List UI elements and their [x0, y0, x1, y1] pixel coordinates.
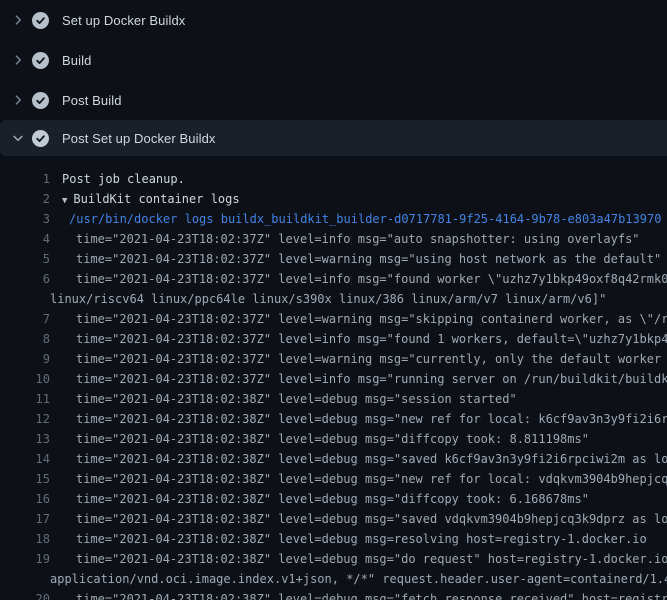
line-number — [0, 569, 50, 589]
log-line: 3/usr/bin/docker logs buildx_buildkit_bu… — [0, 209, 667, 229]
log-line: 12 time="2021-04-23T18:02:38Z" level=debu… — [0, 409, 667, 429]
line-number[interactable]: 14 — [0, 449, 50, 469]
log-line: 17 time="2021-04-23T18:02:38Z" level=debu… — [0, 509, 667, 529]
log-line: 19 time="2021-04-23T18:02:38Z" level=debu… — [0, 549, 667, 569]
log-line-text: Post job cleanup. — [62, 169, 185, 189]
log-line: 14 time="2021-04-23T18:02:38Z" level=debu… — [0, 449, 667, 469]
line-number[interactable]: 5 — [0, 249, 50, 269]
log-line-text: time="2021-04-23T18:02:38Z" level=debug … — [76, 469, 667, 489]
step-header-post-set-up-docker-buildx[interactable]: Post Set up Docker Buildx — [0, 120, 667, 156]
log-line: 2 ▼BuildKit container logs — [0, 189, 667, 209]
chevron-right-icon — [11, 93, 25, 107]
log-line: 5 time="2021-04-23T18:02:37Z" level=warni… — [0, 249, 667, 269]
log-line-text: time="2021-04-23T18:02:38Z" level=debug … — [76, 529, 647, 549]
log-line-text: application/vnd.oci.image.index.v1+json,… — [50, 569, 667, 589]
line-number[interactable]: 9 — [0, 349, 50, 369]
step-title: Post Set up Docker Buildx — [62, 131, 216, 146]
log-line-text: /usr/bin/docker logs buildx_buildkit_bui… — [69, 209, 661, 229]
log-area: 1 Post job cleanup. 2 ▼BuildKit container l… — [0, 156, 667, 600]
step-title: Set up Docker Buildx — [62, 13, 185, 28]
actions-log-panel: Set up Docker Buildx Build Post Build — [0, 0, 667, 600]
log-line-text: time="2021-04-23T18:02:37Z" level=info m… — [76, 369, 667, 389]
line-number[interactable]: 2 — [0, 189, 50, 209]
log-line: 7 time="2021-04-23T18:02:37Z" level=warni… — [0, 309, 667, 329]
log-line-text: time="2021-04-23T18:02:37Z" level=warnin… — [76, 309, 667, 329]
log-lines: 1 Post job cleanup. 2 ▼BuildKit container l… — [0, 169, 667, 600]
log-line: 11 time="2021-04-23T18:02:38Z" level=debu… — [0, 389, 667, 409]
check-circle-icon — [32, 130, 49, 147]
log-line-text: linux/riscv64 linux/ppc64le linux/s390x … — [50, 289, 606, 309]
line-number[interactable]: 7 — [0, 309, 50, 329]
line-number[interactable]: 10 — [0, 369, 50, 389]
line-number[interactable]: 18 — [0, 529, 50, 549]
group-collapse-icon[interactable]: ▼ — [62, 191, 67, 211]
line-number[interactable]: 3 — [0, 209, 50, 229]
check-circle-icon — [32, 52, 49, 69]
log-line: 13 time="2021-04-23T18:02:38Z" level=debu… — [0, 429, 667, 449]
line-number[interactable]: 20 — [0, 589, 50, 600]
chevron-right-icon — [11, 13, 25, 27]
log-line: 20 time="2021-04-23T18:02:38Z" level=debu… — [0, 589, 667, 600]
log-line-text: time="2021-04-23T18:02:38Z" level=debug … — [76, 509, 667, 529]
log-line-text: time="2021-04-23T18:02:37Z" level=warnin… — [76, 249, 661, 269]
line-number[interactable]: 16 — [0, 489, 50, 509]
line-number[interactable]: 1 — [0, 169, 50, 189]
log-line-text: time="2021-04-23T18:02:38Z" level=debug … — [76, 489, 589, 509]
line-number[interactable]: 8 — [0, 329, 50, 349]
log-line-text: time="2021-04-23T18:02:38Z" level=debug … — [76, 429, 589, 449]
line-number[interactable]: 4 — [0, 229, 50, 249]
log-line: 16 time="2021-04-23T18:02:38Z" level=debu… — [0, 489, 667, 509]
step-header-set-up-docker-buildx[interactable]: Set up Docker Buildx — [0, 0, 667, 40]
log-line: linux/riscv64 linux/ppc64le linux/s390x … — [0, 289, 667, 309]
check-circle-icon — [32, 12, 49, 29]
line-number[interactable]: 11 — [0, 389, 50, 409]
log-line-text: time="2021-04-23T18:02:37Z" level=info m… — [76, 329, 667, 349]
line-number — [0, 289, 50, 309]
line-number[interactable]: 19 — [0, 549, 50, 569]
chevron-down-icon — [11, 131, 25, 145]
log-line: 10 time="2021-04-23T18:02:37Z" level=info… — [0, 369, 667, 389]
log-line: 4 time="2021-04-23T18:02:37Z" level=info … — [0, 229, 667, 249]
line-number[interactable]: 17 — [0, 509, 50, 529]
log-line-text: time="2021-04-23T18:02:37Z" level=warnin… — [76, 349, 667, 369]
line-number[interactable]: 13 — [0, 429, 50, 449]
log-line: 6 time="2021-04-23T18:02:37Z" level=info … — [0, 269, 667, 289]
check-circle-icon — [32, 92, 49, 109]
steps-list: Set up Docker Buildx Build Post Build — [0, 0, 667, 156]
log-line-text: time="2021-04-23T18:02:38Z" level=debug … — [76, 449, 667, 469]
line-number[interactable]: 12 — [0, 409, 50, 429]
step-header-build[interactable]: Build — [0, 40, 667, 80]
log-line: 1 Post job cleanup. — [0, 169, 667, 189]
log-line-text: time="2021-04-23T18:02:38Z" level=debug … — [76, 389, 517, 409]
step-title: Post Build — [62, 93, 122, 108]
log-line: 9 time="2021-04-23T18:02:37Z" level=warni… — [0, 349, 667, 369]
log-line: 18 time="2021-04-23T18:02:38Z" level=debu… — [0, 529, 667, 549]
log-line: 8 time="2021-04-23T18:02:37Z" level=info … — [0, 329, 667, 349]
log-line-text: time="2021-04-23T18:02:37Z" level=info m… — [76, 269, 667, 289]
line-number[interactable]: 15 — [0, 469, 50, 489]
log-line-text: time="2021-04-23T18:02:38Z" level=debug … — [76, 589, 667, 600]
log-line-text: time="2021-04-23T18:02:38Z" level=debug … — [76, 549, 667, 569]
chevron-right-icon — [11, 53, 25, 67]
log-line-text: time="2021-04-23T18:02:38Z" level=debug … — [76, 409, 667, 429]
step-header-post-build[interactable]: Post Build — [0, 80, 667, 120]
log-line-text: time="2021-04-23T18:02:37Z" level=info m… — [76, 229, 640, 249]
step-title: Build — [62, 53, 91, 68]
log-line-text: ▼BuildKit container logs — [62, 189, 240, 209]
log-line: 15 time="2021-04-23T18:02:38Z" level=debu… — [0, 469, 667, 489]
log-line: application/vnd.oci.image.index.v1+json,… — [0, 569, 667, 589]
line-number[interactable]: 6 — [0, 269, 50, 289]
